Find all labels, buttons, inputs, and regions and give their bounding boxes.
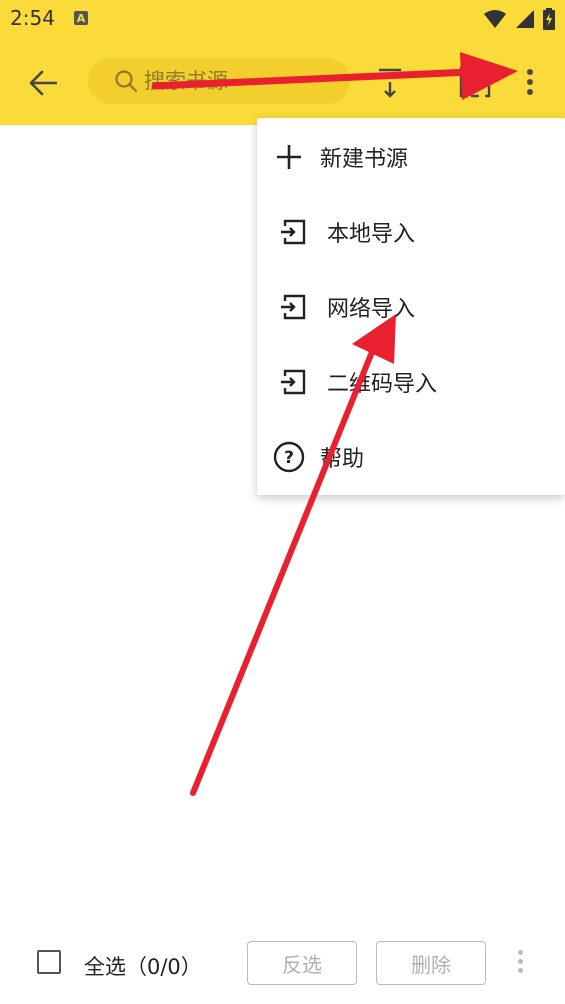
more-dot-icon xyxy=(518,950,523,955)
status-time: 2:54 xyxy=(10,6,55,30)
search-input[interactable] xyxy=(144,58,334,104)
signal-icon xyxy=(516,10,534,28)
svg-text:?: ? xyxy=(284,448,294,468)
menu-item-qrcode-import[interactable]: 二维码导入 xyxy=(257,345,565,419)
help-icon: ? xyxy=(273,441,305,473)
more-options-button[interactable] xyxy=(510,62,550,102)
more-dot-icon xyxy=(527,79,533,85)
menu-item-help[interactable]: ? 帮助 xyxy=(257,420,565,494)
select-mode-button[interactable] xyxy=(455,62,495,102)
menu-item-local-import[interactable]: 本地导入 xyxy=(257,195,565,269)
search-box[interactable] xyxy=(88,58,350,104)
sort-icon xyxy=(379,68,401,98)
notification-badge: A xyxy=(74,11,88,25)
menu-item-label: 新建书源 xyxy=(320,147,409,172)
more-dot-icon xyxy=(527,69,533,75)
menu-item-network-import[interactable]: 网络导入 xyxy=(257,270,565,344)
import-icon xyxy=(277,366,309,398)
select-all-label: 全选（0/0） xyxy=(84,955,202,979)
more-dot-icon xyxy=(527,89,533,95)
more-dot-icon xyxy=(518,968,523,973)
import-icon xyxy=(277,291,309,323)
menu-item-label: 帮助 xyxy=(320,447,365,472)
plus-icon xyxy=(273,141,305,173)
back-button[interactable] xyxy=(22,62,64,104)
invert-selection-button[interactable]: 反选 xyxy=(247,941,357,985)
status-bar: 2:54 A xyxy=(0,0,565,38)
more-dot-icon xyxy=(518,959,523,964)
delete-button[interactable]: 删除 xyxy=(376,941,486,985)
bottom-more-button[interactable] xyxy=(518,950,523,973)
wifi-icon xyxy=(484,10,506,28)
select-all-checkbox[interactable] xyxy=(37,950,61,974)
menu-item-new-source[interactable]: 新建书源 xyxy=(257,120,565,194)
menu-item-label: 二维码导入 xyxy=(327,372,438,397)
select-all-icon xyxy=(459,66,491,98)
import-icon xyxy=(277,216,309,248)
toolbar xyxy=(0,38,565,125)
battery-icon xyxy=(543,8,555,30)
menu-item-label: 网络导入 xyxy=(327,297,416,322)
overflow-menu: 新建书源 本地导入 网络导入 二维码导入 ? 帮助 xyxy=(257,118,565,495)
search-icon xyxy=(115,70,138,93)
arrow-back-icon xyxy=(29,70,57,96)
sort-button[interactable] xyxy=(370,62,410,102)
bottom-action-bar: 全选（0/0） 反选 删除 xyxy=(0,930,565,1004)
menu-item-label: 本地导入 xyxy=(327,222,416,247)
status-icons xyxy=(483,8,555,30)
